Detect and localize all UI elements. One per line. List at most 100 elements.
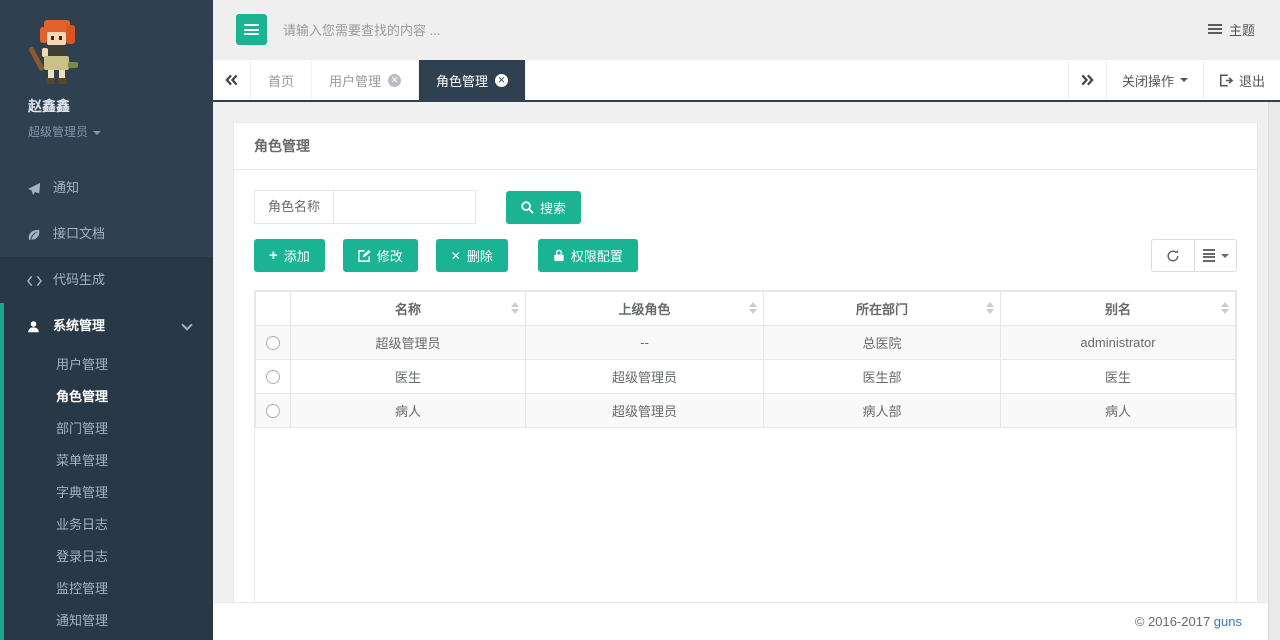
sidebar-subitem-users[interactable]: 用户管理: [4, 349, 213, 381]
sidebar-item-system-mgmt[interactable]: 系统管理: [4, 303, 213, 349]
row-radio-button[interactable]: [266, 404, 280, 418]
column-label: 名称: [395, 302, 421, 317]
global-search-input[interactable]: [283, 15, 703, 45]
topbar: 主题: [213, 0, 1280, 60]
profile-section: 赵鑫鑫 超级管理员: [0, 0, 213, 165]
chevron-down-icon: [181, 319, 192, 330]
permission-config-button[interactable]: 权限配置: [538, 239, 638, 272]
hamburger-icon: [244, 24, 259, 35]
tab-label: 角色管理: [436, 71, 488, 90]
sidebar-item-notifications[interactable]: 通知: [0, 165, 213, 211]
paper-plane-icon: [27, 182, 44, 196]
caret-down-icon: [1221, 254, 1229, 258]
table-tools-group: [1151, 239, 1237, 272]
role-name-input[interactable]: [334, 191, 475, 223]
user-role-label: 超级管理员: [28, 125, 88, 139]
roles-table: 名称 上级角色 所在部门 别名 超级管理员 -- 总医院 administra: [255, 291, 1236, 428]
search-button-label: 搜索: [540, 198, 566, 217]
avatar: [28, 18, 86, 86]
double-chevron-right-icon: [1081, 74, 1094, 86]
sort-icon[interactable]: [986, 302, 994, 314]
cell-alias: 病人: [1001, 394, 1236, 428]
search-icon: [521, 201, 534, 214]
tab-label: 首页: [268, 71, 294, 90]
cell-department: 总医院: [764, 326, 1001, 360]
close-operations-dropdown[interactable]: 关闭操作: [1106, 60, 1203, 100]
theme-label: 主题: [1229, 23, 1255, 38]
vertical-scrollbar[interactable]: [1268, 102, 1280, 640]
user-name: 赵鑫鑫: [28, 96, 213, 116]
column-header-parent-role[interactable]: 上级角色: [526, 292, 764, 326]
tab-role-mgmt[interactable]: 角色管理 ✕: [419, 60, 526, 100]
column-header-department[interactable]: 所在部门: [764, 292, 1001, 326]
exit-button[interactable]: 退出: [1203, 60, 1280, 100]
sidebar-subitem-monitoring[interactable]: 监控管理: [4, 573, 213, 605]
theme-button[interactable]: 主题: [1208, 20, 1255, 39]
column-header-alias[interactable]: 别名: [1001, 292, 1236, 326]
role-mgmt-panel: 角色管理 角色名称 搜索 + 添加 修改: [233, 122, 1258, 602]
sign-out-icon: [1219, 74, 1233, 87]
list-icon: [1203, 248, 1215, 264]
edit-button[interactable]: 修改: [343, 239, 418, 272]
add-button-label: 添加: [284, 246, 310, 265]
column-label: 别名: [1105, 302, 1131, 317]
column-header-name[interactable]: 名称: [291, 292, 526, 326]
panel-title: 角色管理: [234, 123, 1257, 170]
search-form-row: 角色名称 搜索: [254, 190, 1237, 224]
cell-parent-role: 超级管理员: [526, 394, 764, 428]
edit-icon: [358, 249, 371, 262]
sidebar-subitem-menus[interactable]: 菜单管理: [4, 445, 213, 477]
tabs-scroll-right-button[interactable]: [1068, 60, 1106, 100]
copyright-text: © 2016-2017: [1135, 614, 1210, 629]
sidebar-subitem-login-log[interactable]: 登录日志: [4, 541, 213, 573]
sidebar-subitem-notification-mgmt[interactable]: 通知管理: [4, 605, 213, 637]
sidebar-subitem-roles[interactable]: 角色管理: [4, 381, 213, 413]
permission-button-label: 权限配置: [571, 246, 623, 265]
sort-icon[interactable]: [1221, 302, 1229, 314]
columns-dropdown-button[interactable]: [1194, 239, 1237, 272]
sidebar-toggle-button[interactable]: [236, 14, 267, 45]
refresh-button[interactable]: [1151, 239, 1194, 272]
cell-name: 超级管理员: [291, 326, 526, 360]
tab-close-icon[interactable]: ✕: [495, 74, 508, 87]
roles-table-container: 名称 上级角色 所在部门 别名 超级管理员 -- 总医院 administra: [254, 290, 1237, 608]
user-role-dropdown[interactable]: 超级管理员: [28, 123, 213, 140]
cell-alias: administrator: [1001, 326, 1236, 360]
exit-label: 退出: [1239, 71, 1265, 90]
code-icon: [27, 275, 44, 287]
lock-icon: [553, 249, 565, 262]
refresh-icon: [1166, 249, 1180, 263]
sidebar-item-label: 代码生成: [53, 272, 105, 287]
table-row[interactable]: 超级管理员 -- 总医院 administrator: [256, 326, 1236, 360]
guns-link[interactable]: guns: [1214, 614, 1242, 629]
sidebar-subitem-dictionary[interactable]: 字典管理: [4, 477, 213, 509]
sidebar-subitem-business-log[interactable]: 业务日志: [4, 509, 213, 541]
sort-icon[interactable]: [749, 302, 757, 314]
delete-button-label: 删除: [467, 246, 493, 265]
sidebar-item-code-gen[interactable]: 代码生成: [0, 257, 213, 303]
sidebar-item-api-docs[interactable]: 接口文档: [0, 211, 213, 257]
content-area: 角色管理 角色名称 搜索 + 添加 修改: [213, 102, 1268, 602]
table-row[interactable]: 医生 超级管理员 医生部 医生: [256, 360, 1236, 394]
edit-button-label: 修改: [377, 246, 403, 265]
row-radio-button[interactable]: [266, 370, 280, 384]
sidebar-lower-section: 代码生成 系统管理 用户管理 角色管理 部门管理 菜单管理 字典管理 业务日志 …: [0, 257, 213, 640]
table-row[interactable]: 病人 超级管理员 病人部 病人: [256, 394, 1236, 428]
delete-button[interactable]: ✕ 删除: [436, 239, 508, 272]
search-button[interactable]: 搜索: [506, 191, 581, 224]
cell-alias: 医生: [1001, 360, 1236, 394]
toolbar-row: + 添加 修改 ✕ 删除 权限配置: [254, 239, 1237, 272]
cell-name: 医生: [291, 360, 526, 394]
sidebar-section-system: 系统管理 用户管理 角色管理 部门管理 菜单管理 字典管理 业务日志 登录日志 …: [0, 303, 213, 640]
row-radio-button[interactable]: [266, 336, 280, 350]
sort-icon[interactable]: [511, 302, 519, 314]
footer: © 2016-2017 guns: [213, 602, 1268, 640]
sidebar-subitem-departments[interactable]: 部门管理: [4, 413, 213, 445]
tabs-scroll-left-button[interactable]: [213, 60, 251, 100]
tab-close-icon[interactable]: ✕: [388, 74, 401, 87]
theme-icon: [1208, 22, 1222, 36]
add-button[interactable]: + 添加: [254, 239, 325, 272]
tab-home[interactable]: 首页: [251, 60, 312, 100]
tab-user-mgmt[interactable]: 用户管理✕: [312, 60, 419, 100]
cell-parent-role: 超级管理员: [526, 360, 764, 394]
